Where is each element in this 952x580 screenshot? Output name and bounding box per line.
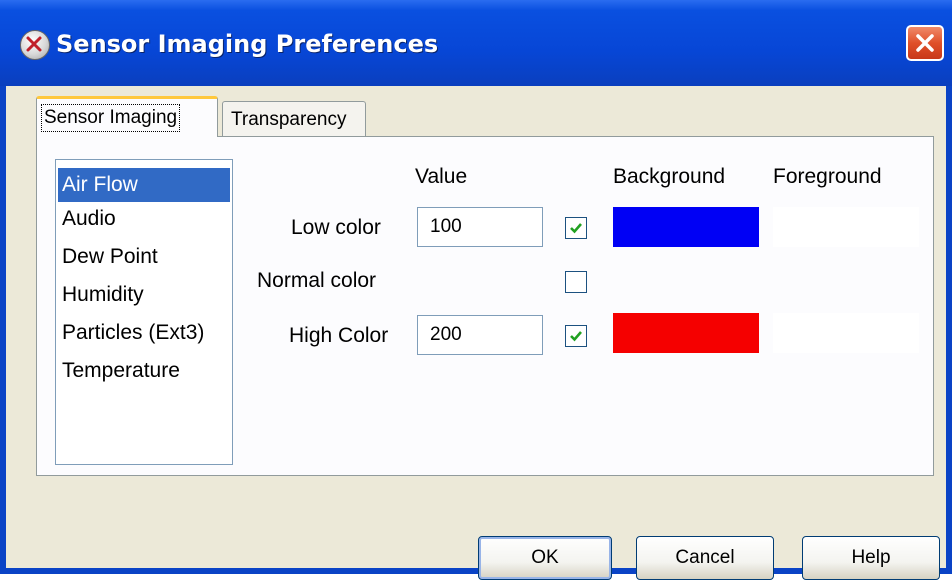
low-value-input[interactable]: 100 — [417, 207, 543, 247]
high-foreground-swatch[interactable] — [773, 313, 919, 353]
dialog-body: Sensor Imaging Transparency Air Flow Aud… — [6, 86, 946, 580]
title-bar[interactable]: Sensor Imaging Preferences — [0, 0, 952, 86]
high-color-label: High Color — [289, 324, 389, 347]
ok-button[interactable]: OK — [478, 536, 612, 580]
list-item[interactable]: Particles (Ext3) — [58, 316, 230, 350]
cancel-button[interactable]: Cancel — [636, 536, 774, 580]
value-column-header: Value — [415, 165, 468, 188]
list-item[interactable]: Temperature — [58, 354, 230, 388]
list-item[interactable]: Humidity — [58, 278, 230, 312]
check-icon — [570, 331, 582, 342]
foreground-column-header: Foreground — [773, 165, 882, 188]
low-background-swatch[interactable] — [613, 207, 759, 247]
normal-color-label: Normal color — [257, 269, 377, 292]
high-color-checkbox[interactable] — [565, 325, 587, 347]
normal-color-checkbox[interactable] — [565, 271, 587, 293]
high-value-input[interactable]: 200 — [417, 315, 543, 355]
list-item[interactable]: Dew Point — [58, 240, 230, 274]
tab-label: Sensor Imaging — [41, 104, 181, 132]
close-icon — [916, 34, 934, 52]
tab-sensor-imaging[interactable]: Sensor Imaging — [36, 96, 218, 137]
low-color-label: Low color — [291, 216, 381, 239]
list-item[interactable]: Air Flow — [58, 168, 230, 202]
high-background-swatch[interactable] — [613, 313, 759, 353]
list-item[interactable]: Audio — [58, 202, 230, 236]
close-button[interactable] — [906, 25, 944, 61]
sensor-list[interactable]: Air Flow Audio Dew Point Humidity Partic… — [55, 159, 233, 465]
tab-label: Transparency — [231, 109, 347, 130]
low-color-checkbox[interactable] — [565, 217, 587, 239]
sensor-app-icon — [20, 30, 50, 60]
help-button[interactable]: Help — [802, 536, 940, 580]
dialog-window: Sensor Imaging Preferences Sensor Imagin… — [0, 0, 952, 580]
background-column-header: Background — [613, 165, 726, 188]
low-foreground-swatch[interactable] — [773, 207, 919, 247]
check-icon — [570, 223, 582, 234]
window-title: Sensor Imaging Preferences — [56, 30, 439, 58]
tab-panel: Air Flow Audio Dew Point Humidity Partic… — [36, 136, 934, 476]
tab-transparency[interactable]: Transparency — [222, 101, 366, 137]
